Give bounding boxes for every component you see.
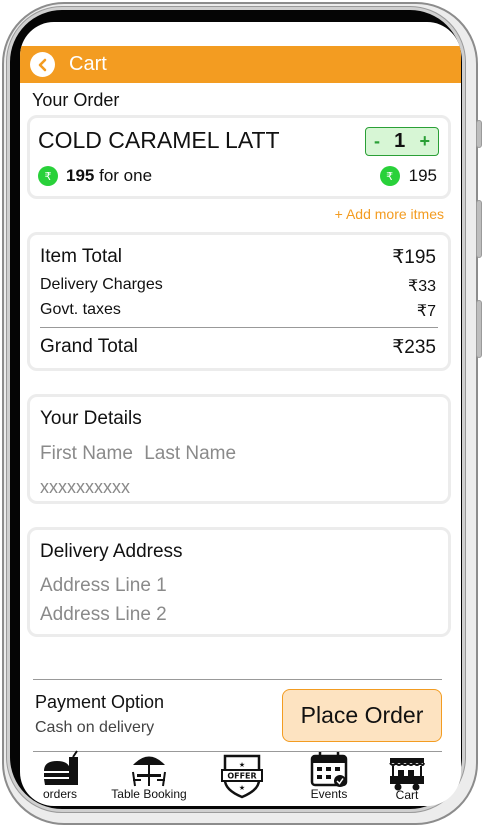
unit-price-suffix: for one	[99, 166, 153, 185]
nav-orders[interactable]: orders	[38, 750, 82, 801]
line-total-row: ₹ 195	[379, 166, 437, 186]
nav-cart[interactable]: Cart	[386, 750, 428, 802]
svg-text:★: ★	[239, 761, 245, 769]
add-more-items-link[interactable]: + Add more itmes	[335, 206, 444, 222]
nav-cart-label: Cart	[395, 788, 419, 802]
delivery-charges-label: Delivery Charges	[40, 276, 163, 293]
delivery-address-card: Delivery Address Address Line 1 Address …	[27, 527, 451, 637]
app-screen: Cart Your Order COLD CARAMEL LATT - 1 + …	[20, 22, 461, 806]
calendar-icon	[310, 752, 348, 787]
quantity-stepper[interactable]: - 1 +	[365, 127, 439, 156]
cart-header: Cart	[20, 46, 461, 83]
grand-total-row: Grand Total ₹235	[40, 336, 436, 359]
bottom-nav: orders Table Booking OFFER ★ ★ Events Ca…	[20, 750, 461, 806]
nav-events-label: Events	[310, 787, 348, 801]
last-name-field[interactable]: Last Name	[144, 443, 236, 464]
delivery-charges-value: ₹33	[408, 278, 436, 295]
decrease-qty-button[interactable]: -	[374, 131, 380, 152]
rupee-icon: ₹	[379, 166, 400, 186]
address-line-2-field[interactable]: Address Line 2	[40, 604, 167, 626]
nav-events[interactable]: Events	[306, 750, 352, 801]
nav-table-booking[interactable]: Table Booking	[106, 750, 192, 801]
table-umbrella-icon	[132, 756, 166, 787]
your-details-title: Your Details	[40, 408, 142, 429]
payment-method[interactable]: Cash on delivery	[35, 719, 154, 737]
nav-table-booking-label: Table Booking	[111, 787, 187, 801]
side-button	[476, 300, 482, 358]
payment-top-divider	[33, 679, 442, 680]
burger-drink-icon	[44, 750, 78, 785]
line-total: 195	[408, 166, 437, 185]
quantity-value: 1	[394, 130, 406, 152]
your-details-card: Your Details First Name Last Name xxxxxx…	[27, 394, 451, 504]
unit-price-row: ₹ 195 for one	[38, 166, 152, 186]
chevron-left-icon	[38, 58, 46, 71]
grand-total-value: ₹235	[392, 337, 436, 358]
item-total-label: Item Total	[40, 246, 123, 267]
name-fields: First Name Last Name	[40, 443, 236, 465]
taxes-label: Govt. taxes	[40, 301, 121, 318]
nav-orders-label: orders	[42, 787, 77, 801]
item-name: COLD CARAMEL LATT	[38, 127, 280, 153]
page-title: Cart	[69, 53, 107, 75]
bill-summary-card: Item Total ₹195 Delivery Charges ₹33 Gov…	[27, 232, 451, 371]
side-button	[476, 120, 482, 148]
place-order-button[interactable]: Place Order	[282, 689, 442, 742]
address-line-1-field[interactable]: Address Line 1	[40, 575, 167, 597]
delivery-charges-row: Delivery Charges ₹33	[40, 276, 436, 296]
unit-price: 195	[66, 166, 95, 185]
item-total-value: ₹195	[392, 247, 436, 268]
grand-total-label: Grand Total	[40, 336, 138, 357]
first-name-field[interactable]: First Name	[40, 443, 133, 464]
back-button[interactable]	[30, 52, 55, 77]
increase-qty-button[interactable]: +	[419, 131, 430, 152]
taxes-row: Govt. taxes ₹7	[40, 301, 436, 321]
offer-badge-text: OFFER	[227, 772, 256, 781]
payment-option-label: Payment Option	[35, 692, 165, 712]
food-cart-icon	[389, 758, 425, 791]
svg-text:★: ★	[239, 784, 245, 792]
offer-badge-icon: OFFER ★ ★	[221, 754, 263, 799]
phone-field[interactable]: xxxxxxxxxx	[40, 477, 130, 498]
nav-offers[interactable]: OFFER ★ ★	[218, 750, 266, 800]
item-total-row: Item Total ₹195	[40, 246, 436, 269]
taxes-value: ₹7	[416, 303, 436, 320]
your-order-title: Your Order	[32, 90, 120, 110]
side-button	[476, 200, 482, 258]
rupee-icon: ₹	[38, 166, 58, 186]
bill-divider	[40, 327, 438, 328]
order-item-card: COLD CARAMEL LATT - 1 + ₹ 195 for one ₹ …	[27, 115, 451, 199]
delivery-address-title: Delivery Address	[40, 541, 183, 562]
